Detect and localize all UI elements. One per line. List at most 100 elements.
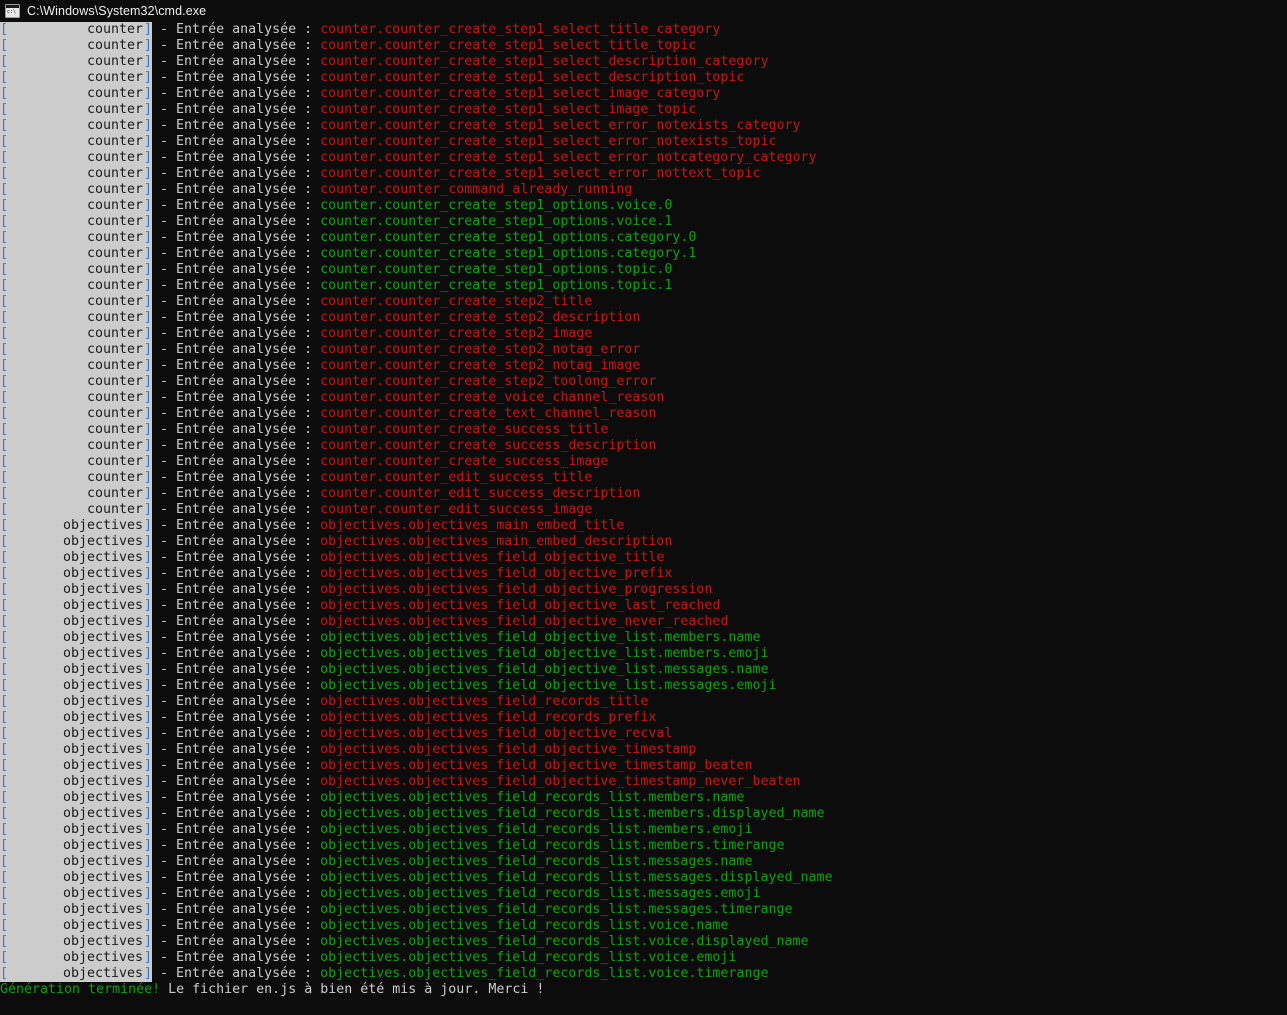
bracket-open: [ — [0, 342, 9, 357]
console-line: [counter] - Entrée analysée : counter.co… — [0, 502, 1287, 518]
console-output[interactable]: [counter] - Entrée analysée : counter.co… — [0, 22, 1287, 1015]
line-separator: - Entrée analysée : — [152, 166, 321, 181]
line-tag-label: objectives — [8, 902, 145, 918]
bracket-close: ] — [144, 822, 153, 837]
bracket-close: ] — [144, 662, 153, 677]
line-separator: - Entrée analysée : — [152, 534, 321, 549]
bracket-close: ] — [144, 246, 153, 261]
translation-key: objectives.objectives_field_records_pref… — [320, 710, 657, 725]
line-tag-label: objectives — [8, 854, 145, 870]
line-tag-label: objectives — [8, 838, 145, 854]
bracket-close: ] — [144, 326, 153, 341]
line-separator: - Entrée analysée : — [152, 630, 321, 645]
bracket-open: [ — [0, 70, 9, 85]
line-tag-label: objectives — [8, 822, 145, 838]
line-tag-label: objectives — [8, 934, 145, 950]
line-tag-field: [objectives] — [0, 822, 153, 838]
bracket-close: ] — [144, 102, 153, 117]
bracket-close: ] — [144, 854, 153, 869]
bracket-close: ] — [144, 390, 153, 405]
bracket-close: ] — [144, 22, 153, 37]
console-line: [objectives] - Entrée analysée : objecti… — [0, 838, 1287, 854]
bracket-close: ] — [144, 806, 153, 821]
line-tag-field: [objectives] — [0, 918, 153, 934]
line-separator: - Entrée analysée : — [152, 694, 321, 709]
line-tag-label: objectives — [8, 790, 145, 806]
line-tag-label: objectives — [8, 758, 145, 774]
translation-key: counter.counter_create_step1_select_erro… — [320, 134, 777, 149]
line-separator: - Entrée analysée : — [152, 54, 321, 69]
console-line: [counter] - Entrée analysée : counter.co… — [0, 374, 1287, 390]
line-tag-field: [counter] — [0, 390, 153, 406]
line-tag-label: counter — [8, 470, 145, 486]
line-tag-field: [counter] — [0, 470, 153, 486]
translation-key: counter.counter_create_voice_channel_rea… — [320, 390, 665, 405]
bracket-open: [ — [0, 742, 9, 757]
window-titlebar[interactable]: C:\Windows\System32\cmd.exe — [0, 0, 1287, 22]
bracket-open: [ — [0, 182, 9, 197]
line-separator: - Entrée analysée : — [152, 246, 321, 261]
bracket-close: ] — [144, 870, 153, 885]
line-tag-field: [objectives] — [0, 598, 153, 614]
bracket-close: ] — [144, 502, 153, 517]
line-separator: - Entrée analysée : — [152, 70, 321, 85]
console-line: [counter] - Entrée analysée : counter.co… — [0, 390, 1287, 406]
line-separator: - Entrée analysée : — [152, 646, 321, 661]
line-separator: - Entrée analysée : — [152, 406, 321, 421]
translation-key: counter.counter_create_step1_select_erro… — [320, 150, 817, 165]
line-tag-field: [counter] — [0, 182, 153, 198]
line-tag-field: [objectives] — [0, 518, 153, 534]
bracket-open: [ — [0, 486, 9, 501]
line-separator: - Entrée analysée : — [152, 198, 321, 213]
bracket-close: ] — [144, 614, 153, 629]
console-line: [objectives] - Entrée analysée : objecti… — [0, 550, 1287, 566]
line-tag-field: [counter] — [0, 486, 153, 502]
translation-key: objectives.objectives_field_records_list… — [320, 902, 793, 917]
bracket-close: ] — [144, 598, 153, 613]
bracket-open: [ — [0, 582, 9, 597]
line-separator: - Entrée analysée : — [152, 758, 321, 773]
translation-key: objectives.objectives_field_objective_li… — [320, 630, 761, 645]
console-line: [counter] - Entrée analysée : counter.co… — [0, 406, 1287, 422]
line-separator: - Entrée analysée : — [152, 710, 321, 725]
line-tag-field: [counter] — [0, 310, 153, 326]
console-line: [objectives] - Entrée analysée : objecti… — [0, 918, 1287, 934]
console-line: [objectives] - Entrée analysée : objecti… — [0, 694, 1287, 710]
bracket-open: [ — [0, 278, 9, 293]
line-tag-field: [objectives] — [0, 934, 153, 950]
line-tag-label: objectives — [8, 662, 145, 678]
bracket-open: [ — [0, 294, 9, 309]
translation-key: objectives.objectives_field_objective_ti… — [320, 742, 697, 757]
console-line: [objectives] - Entrée analysée : objecti… — [0, 870, 1287, 886]
bracket-close: ] — [144, 294, 153, 309]
translation-key: objectives.objectives_field_objective_re… — [320, 726, 673, 741]
line-tag-field: [objectives] — [0, 774, 153, 790]
console-line: [counter] - Entrée analysée : counter.co… — [0, 70, 1287, 86]
line-tag-label: counter — [8, 486, 145, 502]
bracket-open: [ — [0, 38, 9, 53]
line-tag-field: [objectives] — [0, 854, 153, 870]
translation-key: counter.counter_create_step1_select_desc… — [320, 70, 745, 85]
translation-key: counter.counter_create_step1_select_desc… — [320, 54, 769, 69]
translation-key: objectives.objectives_field_records_titl… — [320, 694, 649, 709]
window-title: C:\Windows\System32\cmd.exe — [27, 3, 207, 18]
bracket-close: ] — [144, 118, 153, 133]
line-tag-field: [counter] — [0, 374, 153, 390]
bracket-open: [ — [0, 310, 9, 325]
line-tag-label: counter — [8, 454, 145, 470]
bracket-close: ] — [144, 310, 153, 325]
console-line: [objectives] - Entrée analysée : objecti… — [0, 598, 1287, 614]
line-tag-label: counter — [8, 438, 145, 454]
line-tag-label: objectives — [8, 598, 145, 614]
line-tag-field: [counter] — [0, 502, 153, 518]
translation-key: objectives.objectives_field_objective_ti… — [320, 550, 665, 565]
line-tag-label: counter — [8, 342, 145, 358]
line-tag-field: [counter] — [0, 22, 153, 38]
bracket-close: ] — [144, 182, 153, 197]
line-tag-field: [counter] — [0, 358, 153, 374]
console-line: [counter] - Entrée analysée : counter.co… — [0, 86, 1287, 102]
console-line: [objectives] - Entrée analysée : objecti… — [0, 582, 1287, 598]
console-line: [counter] - Entrée analysée : counter.co… — [0, 278, 1287, 294]
line-separator: - Entrée analysée : — [152, 678, 321, 693]
bracket-open: [ — [0, 790, 9, 805]
